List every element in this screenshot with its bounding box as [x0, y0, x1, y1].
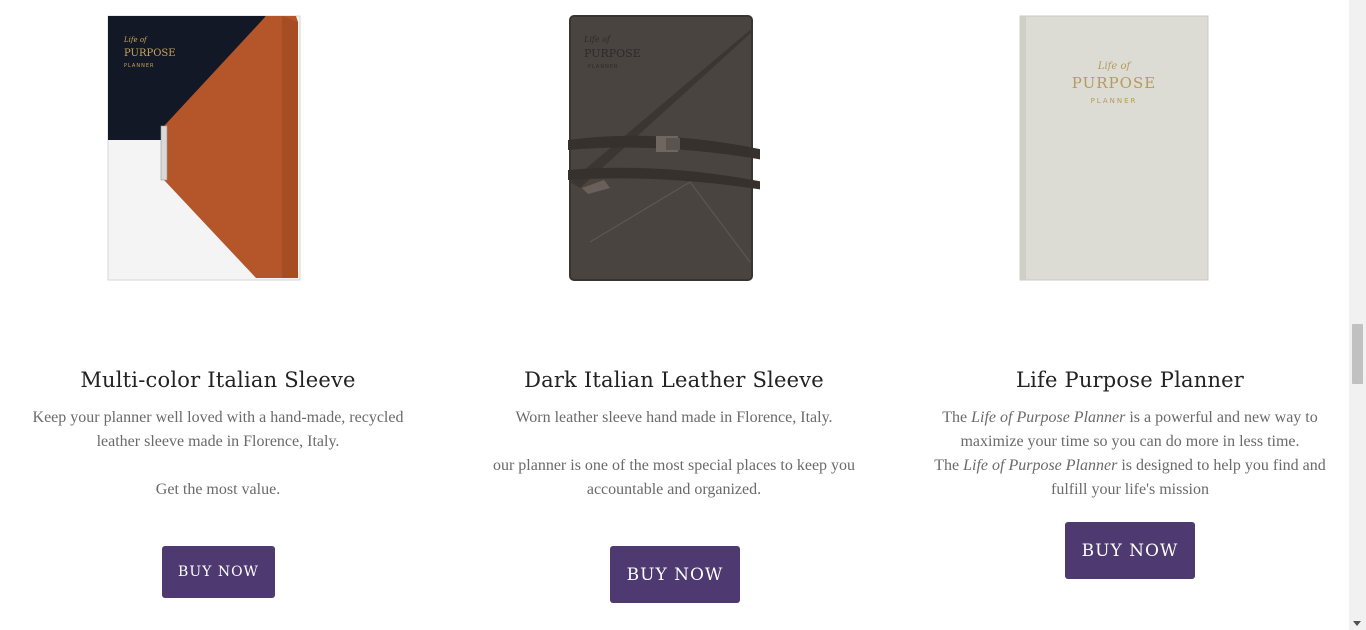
planner-name-emphasis: Life of Purpose Planner	[971, 409, 1126, 426]
cover-text-planner: PLANNER	[124, 63, 154, 69]
product-card-multicolor-sleeve: Life of PURPOSE PLANNER Multi-color Ital…	[0, 0, 436, 630]
product-description: Keep your planner well loved with a hand…	[12, 406, 424, 502]
product-title: Multi-color Italian Sleeve	[80, 368, 356, 392]
product-title: Life Purpose Planner	[1015, 368, 1245, 392]
cover-text-life-of: Life of	[1097, 61, 1133, 72]
product-description-text: The Life of Purpose Planner is designed …	[912, 454, 1348, 502]
product-description: Worn leather sleeve hand made in Florenc…	[454, 406, 894, 502]
text-segment: The	[934, 457, 964, 474]
product-description-text: Worn leather sleeve hand made in Florenc…	[515, 409, 833, 426]
planner-name-emphasis: Life of Purpose Planner	[963, 457, 1118, 474]
cover-text-planner: PLANNER	[588, 64, 618, 70]
product-description-text: Get the most value.	[155, 481, 281, 498]
cover-text-purpose: PURPOSE	[124, 48, 176, 59]
cover-text-purpose: PURPOSE	[584, 47, 641, 60]
cover-text-life-of: Life of	[123, 36, 148, 44]
buy-now-button[interactable]: BUY NOW	[162, 546, 275, 598]
multicolor-sleeve-illustration: Life of PURPOSE PLANNER	[107, 15, 301, 281]
product-card-dark-leather-sleeve: Life of PURPOSE PLANNER Dark Italian Lea…	[454, 0, 894, 630]
product-image-dark-leather-sleeve[interactable]: Life of PURPOSE PLANNER	[560, 12, 764, 282]
product-description-text: our planner is one of the most special p…	[492, 457, 856, 498]
page-scrollbar[interactable]	[1349, 0, 1366, 630]
product-description: The Life of Purpose Planner is a powerfu…	[912, 406, 1348, 502]
product-image-multicolor-sleeve[interactable]: Life of PURPOSE PLANNER	[106, 14, 302, 284]
scrollbar-thumb[interactable]	[1352, 324, 1363, 384]
cover-text-life-of: Life of	[583, 35, 612, 44]
product-image-life-purpose-planner[interactable]: Life of PURPOSE PLANNER	[1018, 14, 1210, 282]
product-description-text: The Life of Purpose Planner is a powerfu…	[912, 406, 1348, 454]
dark-leather-sleeve-illustration: Life of PURPOSE PLANNER	[568, 15, 764, 281]
product-title: Dark Italian Leather Sleeve	[524, 368, 824, 392]
scroll-down-arrow-icon[interactable]	[1353, 621, 1361, 626]
text-segment: The	[942, 409, 972, 426]
buy-now-button[interactable]: BUY NOW	[610, 546, 740, 603]
product-description-text: Keep your planner well loved with a hand…	[32, 409, 404, 450]
buy-now-button[interactable]: BUY NOW	[1065, 522, 1195, 579]
product-card-life-purpose-planner: Life of PURPOSE PLANNER Life Purpose Pla…	[912, 0, 1348, 630]
planner-cover-illustration: Life of PURPOSE PLANNER	[1019, 15, 1209, 281]
cover-text-planner: PLANNER	[1091, 97, 1138, 105]
cover-text-purpose: PURPOSE	[1072, 74, 1156, 92]
